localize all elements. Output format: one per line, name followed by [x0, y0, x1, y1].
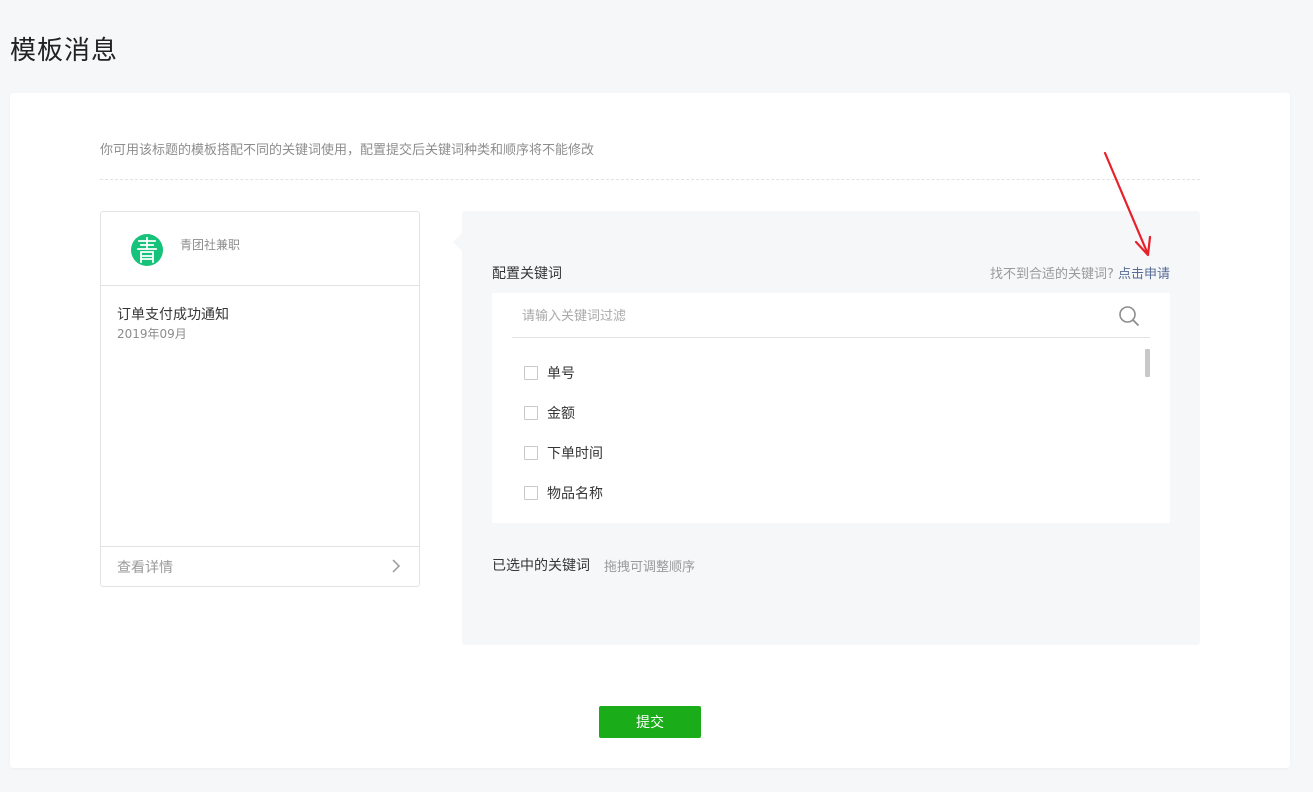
keyword-item[interactable]: 单号	[524, 353, 603, 393]
keyword-checkbox[interactable]	[524, 486, 538, 500]
submit-button[interactable]: 提交	[599, 706, 701, 738]
account-logo-icon	[137, 237, 157, 263]
preview-footer[interactable]: 查看详情	[101, 546, 419, 586]
divider	[100, 179, 1200, 180]
keyword-checkbox[interactable]	[524, 366, 538, 380]
config-tip: 你可用该标题的模板搭配不同的关键词使用，配置提交后关键词种类和顺序将不能修改	[100, 143, 595, 158]
template-preview: 青团社兼职 订单支付成功通知 2019年09月 查看详情	[100, 211, 420, 587]
preview-header: 青团社兼职	[101, 212, 419, 286]
panel-pointer	[453, 233, 462, 251]
keyword-filter-input[interactable]	[512, 299, 1114, 333]
selected-keywords-label: 已选中的关键词	[492, 558, 590, 574]
keyword-list: 单号 金额 下单时间 物品名称	[524, 356, 603, 513]
avatar	[131, 234, 163, 266]
annotation-arrow-icon	[1103, 151, 1152, 257]
page-title: 模板消息	[10, 36, 119, 66]
keyword-checkbox[interactable]	[524, 406, 538, 420]
drag-sort-hint: 拖拽可调整顺序	[604, 560, 696, 575]
apply-hint-text: 找不到合适的关键词?	[989, 267, 1114, 282]
keyword-label: 金额	[547, 406, 575, 422]
view-detail-link[interactable]: 查看详情	[117, 557, 173, 577]
config-keywords-label: 配置关键词	[492, 266, 562, 282]
keyword-label: 下单时间	[547, 446, 603, 462]
keyword-item[interactable]: 下单时间	[524, 433, 603, 473]
account-name: 青团社兼职	[180, 238, 241, 252]
search-icon[interactable]	[1118, 305, 1140, 327]
keyword-list-box: 单号 金额 下单时间 物品名称	[492, 293, 1170, 523]
keyword-config-panel: 配置关键词 找不到合适的关键词? 点击申请 单号 金额	[453, 211, 1200, 645]
apply-keyword-link[interactable]: 点击申请	[1118, 267, 1170, 282]
keyword-item[interactable]: 物品名称	[524, 473, 603, 513]
keyword-label: 单号	[547, 366, 575, 382]
keyword-item[interactable]: 金额	[524, 393, 603, 433]
keyword-list-scrollbar[interactable]	[1145, 349, 1150, 377]
keyword-checkbox[interactable]	[524, 446, 538, 460]
apply-keyword-hint: 找不到合适的关键词? 点击申请	[990, 263, 1170, 282]
template-title: 订单支付成功通知	[117, 307, 229, 323]
keyword-search-row	[512, 293, 1150, 338]
chevron-right-icon	[392, 559, 401, 573]
keyword-label: 物品名称	[547, 486, 603, 502]
template-date: 2019年09月	[117, 327, 187, 341]
